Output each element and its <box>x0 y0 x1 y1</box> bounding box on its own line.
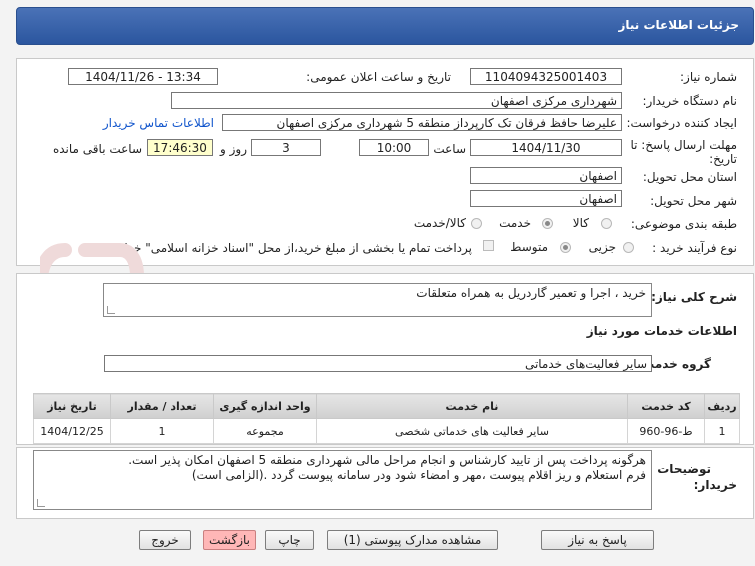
city-field[interactable]: اصفهان <box>470 190 622 207</box>
col-row-number: ردیف <box>704 393 740 419</box>
province-label: استان محل تحویل: <box>642 170 737 184</box>
deadline-date-label: تاریخ: <box>709 152 737 166</box>
services-table: ردیف کد خدمت نام خدمت واحد اندازه گیری ت… <box>33 393 740 444</box>
reply-button[interactable]: پاسخ به نیاز <box>541 530 654 550</box>
process-type-label: نوع فرآیند خرید : <box>652 241 737 255</box>
buyer-contact-link[interactable]: اطلاعات تماس خریدار <box>103 116 214 130</box>
buyer-notes-textarea[interactable]: هرگونه پرداخت پس از تایید کارشناس و انجا… <box>33 450 652 510</box>
resize-grip-icon <box>37 499 45 507</box>
cell-unit: مجموعه <box>213 418 317 444</box>
category-option-goods: کالا <box>572 216 589 230</box>
cell-service-name: سایر فعالیت های خدماتی شخصی <box>316 418 628 444</box>
creator-label: ایجاد کننده درخواست: <box>626 116 737 130</box>
deadline-time-label: ساعت <box>433 142 466 156</box>
announce-datetime-label: تاریخ و ساعت اعلان عمومی: <box>306 70 451 84</box>
description-textarea[interactable]: خرید ، اجرا و تعمیر گاردریل به همراه متع… <box>103 283 652 317</box>
need-number-label: شماره نیاز: <box>680 70 737 84</box>
category-radio-service[interactable] <box>542 218 553 229</box>
view-attachments-button[interactable]: مشاهده مدارک پیوستی (1) <box>327 530 498 550</box>
category-radio-goods-service[interactable] <box>471 218 482 229</box>
buyer-notes-label-2: خریدار: <box>693 478 737 492</box>
process-option-medium: متوسط <box>510 240 548 254</box>
buyer-notes-label: توضیحات <box>657 462 711 476</box>
treasury-checkbox[interactable] <box>483 240 494 251</box>
col-need-date: تاریخ نیاز <box>33 393 111 419</box>
page-title: جزئیات اطلاعات نیاز <box>618 18 739 32</box>
buyer-notes-line-1: هرگونه پرداخت پس از تایید کارشناس و انجا… <box>128 453 646 467</box>
col-service-code: کد خدمت <box>627 393 705 419</box>
table-header-row: ردیف کد خدمت نام خدمت واحد اندازه گیری ت… <box>33 393 740 419</box>
category-label: طبقه بندی موضوعی: <box>630 217 737 231</box>
need-number-field[interactable]: 1104094325001403 <box>470 68 622 85</box>
resize-grip-icon <box>107 306 115 314</box>
treasury-note: پرداخت تمام یا بخشی از مبلغ خرید،از محل … <box>89 241 472 255</box>
province-field[interactable]: اصفهان <box>470 167 622 184</box>
cell-need-date: 1404/12/25 <box>33 418 111 444</box>
cell-row-number: 1 <box>704 418 740 444</box>
description-label: شرح کلی نیاز: <box>651 290 737 304</box>
remaining-time-label: ساعت باقی مانده <box>52 142 142 156</box>
print-button[interactable]: چاپ <box>265 530 314 550</box>
deadline-date-field[interactable]: 1404/11/30 <box>470 139 622 156</box>
cell-service-code: ط-96-960 <box>627 418 705 444</box>
back-button[interactable]: بازگشت <box>203 530 256 550</box>
category-option-goods-service: کالا/خدمت <box>413 216 466 230</box>
deadline-time-field[interactable]: 10:00 <box>359 139 429 156</box>
process-option-minor: جزیی <box>588 240 616 254</box>
table-row[interactable]: 1 ط-96-960 سایر فعالیت های خدماتی شخصی م… <box>33 418 740 444</box>
cell-quantity: 1 <box>110 418 214 444</box>
description-text: خرید ، اجرا و تعمیر گاردریل به همراه متع… <box>416 286 646 300</box>
page-header: جزئیات اطلاعات نیاز <box>16 7 754 45</box>
services-section-title: اطلاعات خدمات مورد نیاز <box>586 324 737 338</box>
buyer-notes-line-2: فرم استعلام و ریز اقلام پیوست ،مهر و امض… <box>191 468 646 482</box>
category-radio-goods[interactable] <box>601 218 612 229</box>
remaining-time-field: 17:46:30 <box>147 139 213 156</box>
process-radio-medium[interactable] <box>560 242 571 253</box>
category-option-service: خدمت <box>499 216 531 230</box>
service-group-field[interactable]: سایر فعالیت‌های خدماتی <box>104 355 652 372</box>
request-info-panel <box>16 58 754 266</box>
buyer-org-label: نام دستگاه خریدار: <box>642 94 738 108</box>
buyer-org-field[interactable]: شهرداری مرکزی اصفهان <box>171 92 622 109</box>
deadline-label: مهلت ارسال پاسخ: تا <box>630 138 737 152</box>
remaining-days-field[interactable]: 3 <box>251 139 321 156</box>
col-quantity: تعداد / مقدار <box>110 393 214 419</box>
creator-field[interactable]: علیرضا حافظ فرقان تک کارپرداز منطقه 5 شه… <box>222 114 622 131</box>
col-unit: واحد اندازه گیری <box>213 393 317 419</box>
col-service-name: نام خدمت <box>316 393 628 419</box>
process-radio-minor[interactable] <box>623 242 634 253</box>
announce-datetime-field[interactable]: 1404/11/26 - 13:34 <box>68 68 218 85</box>
city-label: شهر محل تحویل: <box>650 194 737 208</box>
days-label: روز و <box>220 142 247 156</box>
exit-button[interactable]: خروج <box>139 530 191 550</box>
